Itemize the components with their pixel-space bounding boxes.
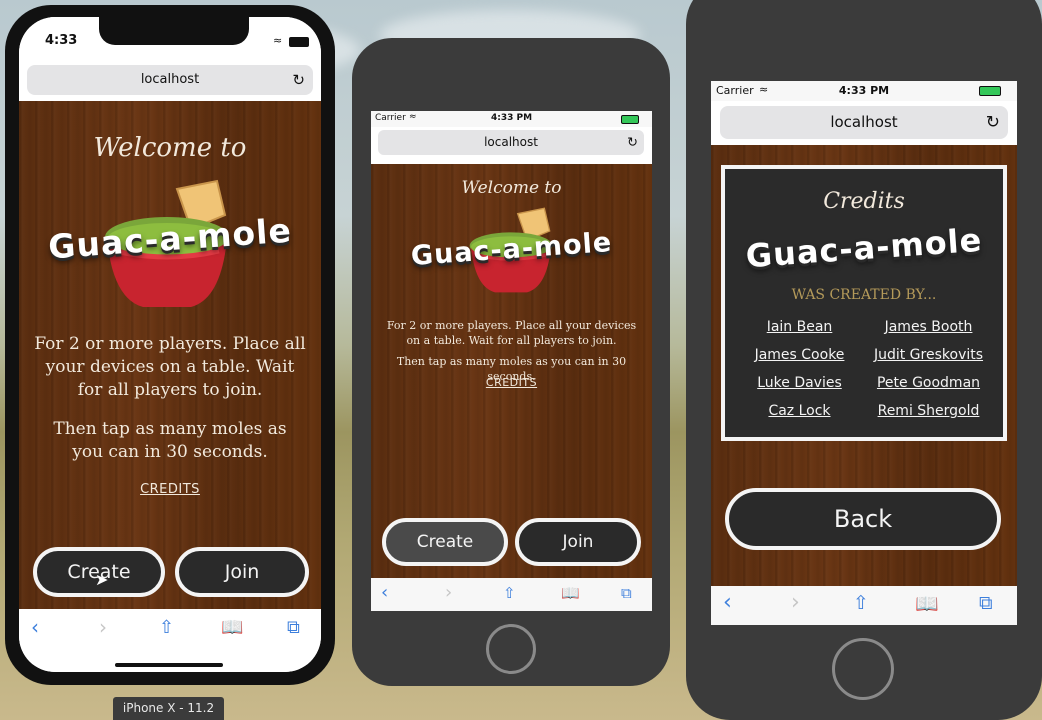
credit-name-link[interactable]: Remi Shergold [864, 401, 993, 421]
credit-name-link[interactable]: Iain Bean [735, 317, 864, 337]
status-time: 4:33 [45, 33, 78, 48]
wifi-icon: ≈ [273, 34, 283, 47]
share-icon[interactable]: ⇧ [853, 592, 869, 614]
back-icon[interactable]: ‹ [723, 590, 732, 615]
game-background: Welcome to Guac-a-mole For 2 or more pla… [19, 101, 321, 609]
credits-link[interactable]: CREDITS [371, 376, 652, 389]
battery-icon [979, 86, 1001, 96]
welcome-heading: Welcome to [93, 133, 247, 163]
battery-icon [289, 37, 309, 47]
back-icon[interactable]: ‹ [381, 582, 388, 603]
url-text: localhost [484, 135, 538, 149]
credit-name-link[interactable]: James Cooke [735, 345, 864, 365]
credit-name-link[interactable]: Luke Davies [735, 373, 864, 393]
credits-link[interactable]: CREDITS [19, 482, 321, 497]
credit-name-link[interactable]: Caz Lock [735, 401, 864, 421]
welcome-heading: Welcome to [461, 178, 562, 198]
join-button[interactable]: Join [175, 547, 309, 597]
device-label: iPhone X - 11.2 [113, 697, 224, 720]
create-button[interactable]: Create [382, 518, 508, 566]
status-time: 4:33 PM [838, 84, 890, 97]
address-bar[interactable]: localhost ↻ [378, 130, 644, 155]
back-icon[interactable]: ‹ [31, 615, 39, 639]
bookmarks-icon[interactable]: 📖 [221, 617, 243, 638]
safari-toolbar: ‹ › ⇧ 📖 ⧉ [371, 578, 652, 611]
game-description: For 2 or more players. Place all your de… [34, 334, 306, 400]
credits-name-list: Iain Bean James Booth James Cooke Judit … [735, 317, 993, 421]
reload-icon[interactable]: ↻ [627, 130, 638, 155]
home-button[interactable] [486, 624, 536, 674]
status-bar: Carrier ≈ 4:33 PM [371, 111, 652, 127]
credits-panel: Credits Guac-a-mole WAS CREATED BY... Ia… [721, 165, 1007, 441]
bookmarks-icon[interactable]: 📖 [915, 592, 939, 615]
phone3-screen: Carrier ≈ 4:33 PM localhost ↻ Credits Gu… [711, 81, 1017, 625]
battery-icon [621, 115, 639, 124]
bookmarks-icon[interactable]: 📖 [561, 584, 580, 602]
status-bar: Carrier ≈ 4:33 PM [711, 81, 1017, 101]
credit-name-link[interactable]: Pete Goodman [864, 373, 993, 393]
back-button[interactable]: Back [725, 488, 1001, 550]
tabs-icon[interactable]: ⧉ [287, 617, 300, 638]
url-text: localhost [140, 72, 200, 87]
game-background: Credits Guac-a-mole WAS CREATED BY... Ia… [711, 145, 1017, 586]
mouse-cursor-icon: ➤ [95, 570, 109, 589]
forward-icon[interactable]: › [445, 582, 452, 603]
game-background: Welcome to Guac-a-mole For 2 or more pla… [371, 164, 652, 578]
notch [99, 17, 249, 45]
home-button[interactable] [832, 638, 894, 700]
safari-toolbar: ‹ › ⇧ 📖 ⧉ [711, 586, 1017, 625]
reload-icon[interactable]: ↻ [292, 65, 305, 95]
iphone-x-device: 4:33 ≈ localhost ↻ Welcome to Guac-a-mol… [5, 5, 335, 685]
tabs-icon[interactable]: ⧉ [621, 584, 632, 602]
credits-heading: Credits [823, 189, 905, 214]
tabs-icon[interactable]: ⧉ [979, 592, 993, 614]
iphone-8-plus-device: Carrier ≈ 4:33 PM localhost ↻ Credits Gu… [686, 0, 1042, 720]
forward-icon[interactable]: › [99, 615, 107, 639]
status-bar: 4:33 ≈ [19, 17, 321, 61]
game-description: For 2 or more players. Place all your de… [386, 319, 637, 347]
join-button[interactable]: Join [515, 518, 641, 566]
address-bar[interactable]: localhost ↻ [720, 106, 1008, 139]
forward-icon[interactable]: › [791, 590, 800, 615]
reload-icon[interactable]: ↻ [986, 106, 1000, 139]
status-time: 4:33 PM [490, 113, 533, 123]
home-indicator [115, 663, 223, 667]
share-icon[interactable]: ⇧ [503, 584, 516, 602]
url-text: localhost [830, 113, 898, 131]
game-logo: Guac-a-mole [744, 220, 984, 276]
iphone-8-device: Carrier ≈ 4:33 PM localhost ↻ Welcome to… [352, 38, 670, 686]
share-icon[interactable]: ⇧ [159, 617, 174, 638]
game-instruction: Then tap as many moles as you can in 30 … [53, 419, 287, 462]
phone2-screen: Carrier ≈ 4:33 PM localhost ↻ Welcome to… [371, 111, 652, 611]
phone1-screen: 4:33 ≈ localhost ↻ Welcome to Guac-a-mol… [19, 17, 321, 672]
address-bar[interactable]: localhost ↻ [27, 65, 313, 95]
created-by-heading: WAS CREATED BY... [791, 287, 937, 303]
credit-name-link[interactable]: James Booth [864, 317, 993, 337]
safari-toolbar: ‹ › ⇧ 📖 ⧉ [19, 609, 321, 672]
credit-name-link[interactable]: Judit Greskovits [864, 345, 993, 365]
